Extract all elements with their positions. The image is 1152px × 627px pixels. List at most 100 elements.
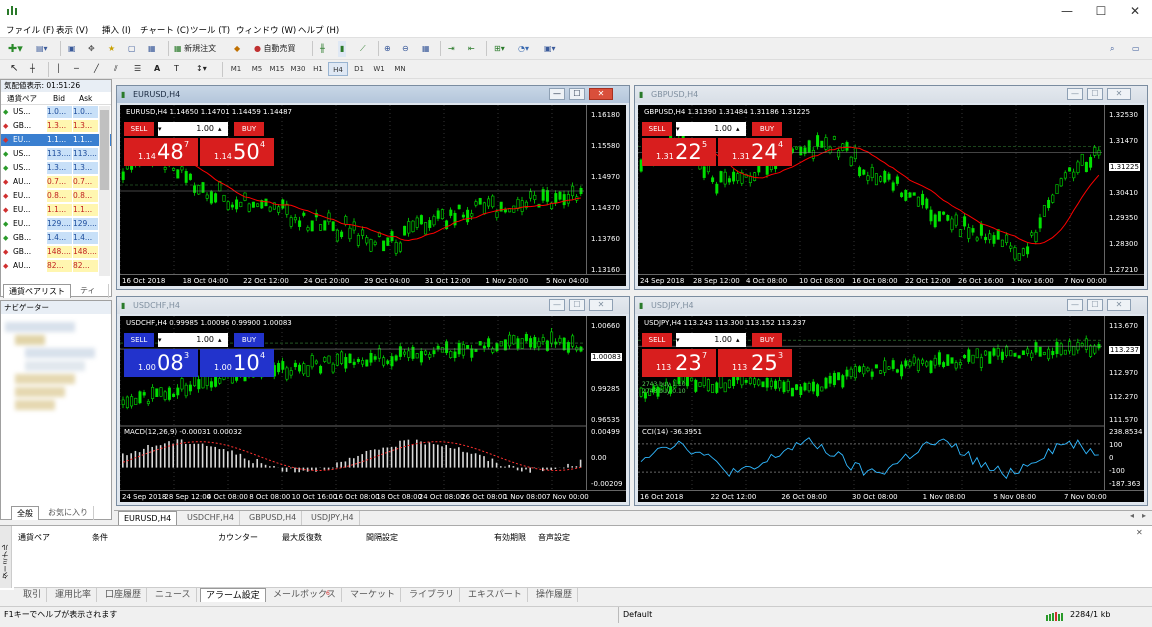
volume-up-icon[interactable]: ▴ bbox=[218, 122, 228, 136]
col-symbol[interactable]: 通貨ペア bbox=[7, 93, 37, 105]
col-max-iterations[interactable]: 最大反復数 bbox=[282, 532, 322, 543]
terminal-tab-1[interactable]: 運用比率 bbox=[50, 588, 97, 602]
tabs-scroll-left-icon[interactable]: ◂ bbox=[1130, 511, 1134, 520]
timeframe-d1[interactable]: D1 bbox=[349, 62, 369, 76]
zoom-out-icon[interactable]: ⊖ bbox=[400, 41, 411, 57]
sell-price-box[interactable]: 113237 bbox=[642, 349, 716, 377]
chart-close-button[interactable]: ✕ bbox=[1107, 88, 1131, 100]
market-watch-row[interactable]: ◆GB...148....148.... bbox=[1, 246, 111, 258]
line-chart-icon[interactable]: ⟋ bbox=[358, 41, 368, 57]
col-expiration[interactable]: 有効期限 bbox=[494, 532, 526, 543]
tabs-scroll-right-icon[interactable]: ▸ bbox=[1142, 511, 1146, 520]
timeframe-mn[interactable]: MN bbox=[390, 62, 410, 76]
chart-maximize-button[interactable]: ☐ bbox=[1087, 299, 1103, 311]
sell-price-box[interactable]: 1.14487 bbox=[124, 138, 198, 166]
terminal-close-icon[interactable]: ✕ bbox=[1136, 528, 1150, 538]
chart-minimize-button[interactable]: — bbox=[1067, 299, 1083, 311]
candlestick-icon[interactable]: ▮ bbox=[338, 41, 346, 57]
buy-button[interactable]: BUY bbox=[752, 122, 782, 136]
terminal-tab-8[interactable]: エキスパート bbox=[463, 588, 528, 602]
tab-usdjpy[interactable]: USDJPY,H4 bbox=[306, 511, 360, 525]
tab-gbpusd[interactable]: GBPUSD,H4 bbox=[244, 511, 302, 525]
price-chart[interactable]: USDJPY,H4 113.243 113.300 113.152 113.23… bbox=[638, 316, 1144, 502]
text-label-icon[interactable]: T bbox=[172, 61, 181, 77]
market-watch-row[interactable]: ◆GB...1.4...1.4... bbox=[1, 232, 111, 244]
market-watch-row[interactable]: ◆EU...129....129.... bbox=[1, 218, 111, 230]
market-watch-row[interactable]: ◆AU...0.7...0.7... bbox=[1, 176, 111, 188]
buy-price-box[interactable]: 1.31244 bbox=[718, 138, 792, 166]
sell-button[interactable]: SELL bbox=[642, 333, 672, 347]
col-interval[interactable]: 間隔設定 bbox=[366, 532, 398, 543]
minimize-button[interactable]: — bbox=[1050, 0, 1084, 22]
order-level-label[interactable]: 2743 buy 0.10 bbox=[642, 388, 686, 395]
col-ask[interactable]: Ask bbox=[79, 93, 92, 105]
chart-window[interactable]: USDCHF,H4▮—☐✕USDCHF,H4 0.99985 1.00096 0… bbox=[116, 296, 630, 506]
tab-favorites[interactable]: お気に入り bbox=[43, 506, 94, 520]
timeframe-m30[interactable]: M30 bbox=[288, 62, 308, 76]
trendline-icon[interactable]: ╱ bbox=[92, 61, 101, 77]
market-watch-row[interactable]: ◆US...113....113.... bbox=[1, 148, 111, 160]
navigator-tree[interactable] bbox=[5, 319, 105, 409]
market-watch-row[interactable]: ◆US...1.0...1.0... bbox=[1, 106, 111, 118]
data-window-icon[interactable]: ▢ bbox=[126, 41, 138, 57]
sell-price-box[interactable]: 1.00083 bbox=[124, 349, 198, 377]
chart-minimize-button[interactable]: — bbox=[549, 299, 565, 311]
scroll-thumb[interactable] bbox=[100, 110, 109, 190]
buy-price-box[interactable]: 1.00104 bbox=[200, 349, 274, 377]
tab-usdchf[interactable]: USDCHF,H4 bbox=[182, 511, 240, 525]
volume-up-icon[interactable]: ▴ bbox=[218, 333, 228, 347]
timeframe-h4[interactable]: H4 bbox=[328, 62, 348, 76]
col-alarm-symbol[interactable]: 通貨ペア bbox=[18, 532, 50, 543]
chart-window-title[interactable]: GBPUSD,H4▮—☐✕ bbox=[635, 86, 1147, 103]
channel-icon[interactable]: ⫽ bbox=[112, 61, 120, 77]
market-watch-row[interactable]: ◆EU...1.1...1.1... bbox=[1, 204, 111, 216]
timeframe-m1[interactable]: M1 bbox=[226, 62, 246, 76]
terminal-tab-6[interactable]: マーケット bbox=[345, 588, 401, 602]
tab-common[interactable]: 全般 bbox=[11, 506, 39, 520]
bar-chart-icon[interactable]: ╫ bbox=[318, 41, 327, 57]
indicators-icon[interactable]: ⊞▾ bbox=[492, 41, 507, 57]
chart-window-title[interactable]: EURUSD,H4▮—☐✕ bbox=[117, 86, 629, 103]
market-watch-scrollbar[interactable] bbox=[99, 106, 110, 276]
sell-button[interactable]: SELL bbox=[124, 333, 154, 347]
templates-icon[interactable]: ▣▾ bbox=[542, 41, 558, 57]
market-watch-row[interactable]: ◆US...1.3...1.3... bbox=[1, 162, 111, 174]
close-button[interactable]: ✕ bbox=[1118, 0, 1152, 22]
navigator-icon[interactable]: ✥ bbox=[86, 41, 97, 57]
terminal-tab-3[interactable]: ニュース bbox=[150, 588, 197, 602]
maximize-button[interactable]: ☐ bbox=[1084, 0, 1118, 22]
text-icon[interactable]: A bbox=[152, 61, 162, 77]
menu-view[interactable]: 表示 (V) bbox=[56, 24, 88, 36]
tab-eurusd[interactable]: EURUSD,H4 bbox=[118, 511, 177, 525]
buy-price-box[interactable]: 113253 bbox=[718, 349, 792, 377]
new-order-button[interactable]: ▦ 新規注文 bbox=[172, 41, 218, 57]
cursor-icon[interactable]: ↖ bbox=[8, 61, 20, 77]
menu-chart[interactable]: チャート (C) bbox=[140, 24, 189, 36]
order-level-label[interactable]: 2743 buy 1.10 bbox=[642, 381, 686, 388]
fibonacci-icon[interactable]: ☰ bbox=[132, 61, 143, 77]
horizontal-line-icon[interactable]: ─ bbox=[72, 61, 81, 77]
market-watch-row[interactable]: ◆EU...0.8...0.8... bbox=[1, 190, 111, 202]
buy-button[interactable]: BUY bbox=[234, 122, 264, 136]
menu-tools[interactable]: ツール (T) bbox=[190, 24, 230, 36]
terminal-tab-9[interactable]: 操作履歴 bbox=[531, 588, 578, 602]
auto-trading-button[interactable]: ● 自動売買 bbox=[252, 41, 298, 57]
tab-tick-chart[interactable]: ティック bbox=[75, 284, 109, 298]
chart-close-button[interactable]: ✕ bbox=[589, 299, 613, 311]
price-chart[interactable]: USDCHF,H4 0.99985 1.00096 0.99900 1.0008… bbox=[120, 316, 626, 502]
menu-help[interactable]: ヘルプ (H) bbox=[298, 24, 339, 36]
sell-price-box[interactable]: 1.31225 bbox=[642, 138, 716, 166]
chart-close-button[interactable]: ✕ bbox=[589, 88, 613, 100]
terminal-tab-5[interactable]: メールボックス bbox=[268, 588, 342, 602]
chart-maximize-button[interactable]: ☐ bbox=[569, 299, 585, 311]
favorites-icon[interactable]: ★ bbox=[106, 41, 117, 57]
volume-up-icon[interactable]: ▴ bbox=[736, 122, 746, 136]
menu-window[interactable]: ウィンドウ (W) bbox=[236, 24, 296, 36]
col-condition[interactable]: 条件 bbox=[92, 532, 108, 543]
col-bid[interactable]: Bid bbox=[53, 93, 65, 105]
sell-button[interactable]: SELL bbox=[642, 122, 672, 136]
chart-window[interactable]: EURUSD,H4▮—☐✕EURUSD,H4 1.14650 1.14701 1… bbox=[116, 85, 630, 290]
volume-down-icon[interactable]: ▾ bbox=[676, 122, 686, 136]
chart-close-button[interactable]: ✕ bbox=[1107, 299, 1131, 311]
price-chart[interactable]: GBPUSD,H4 1.31390 1.31484 1.31186 1.3122… bbox=[638, 105, 1144, 286]
